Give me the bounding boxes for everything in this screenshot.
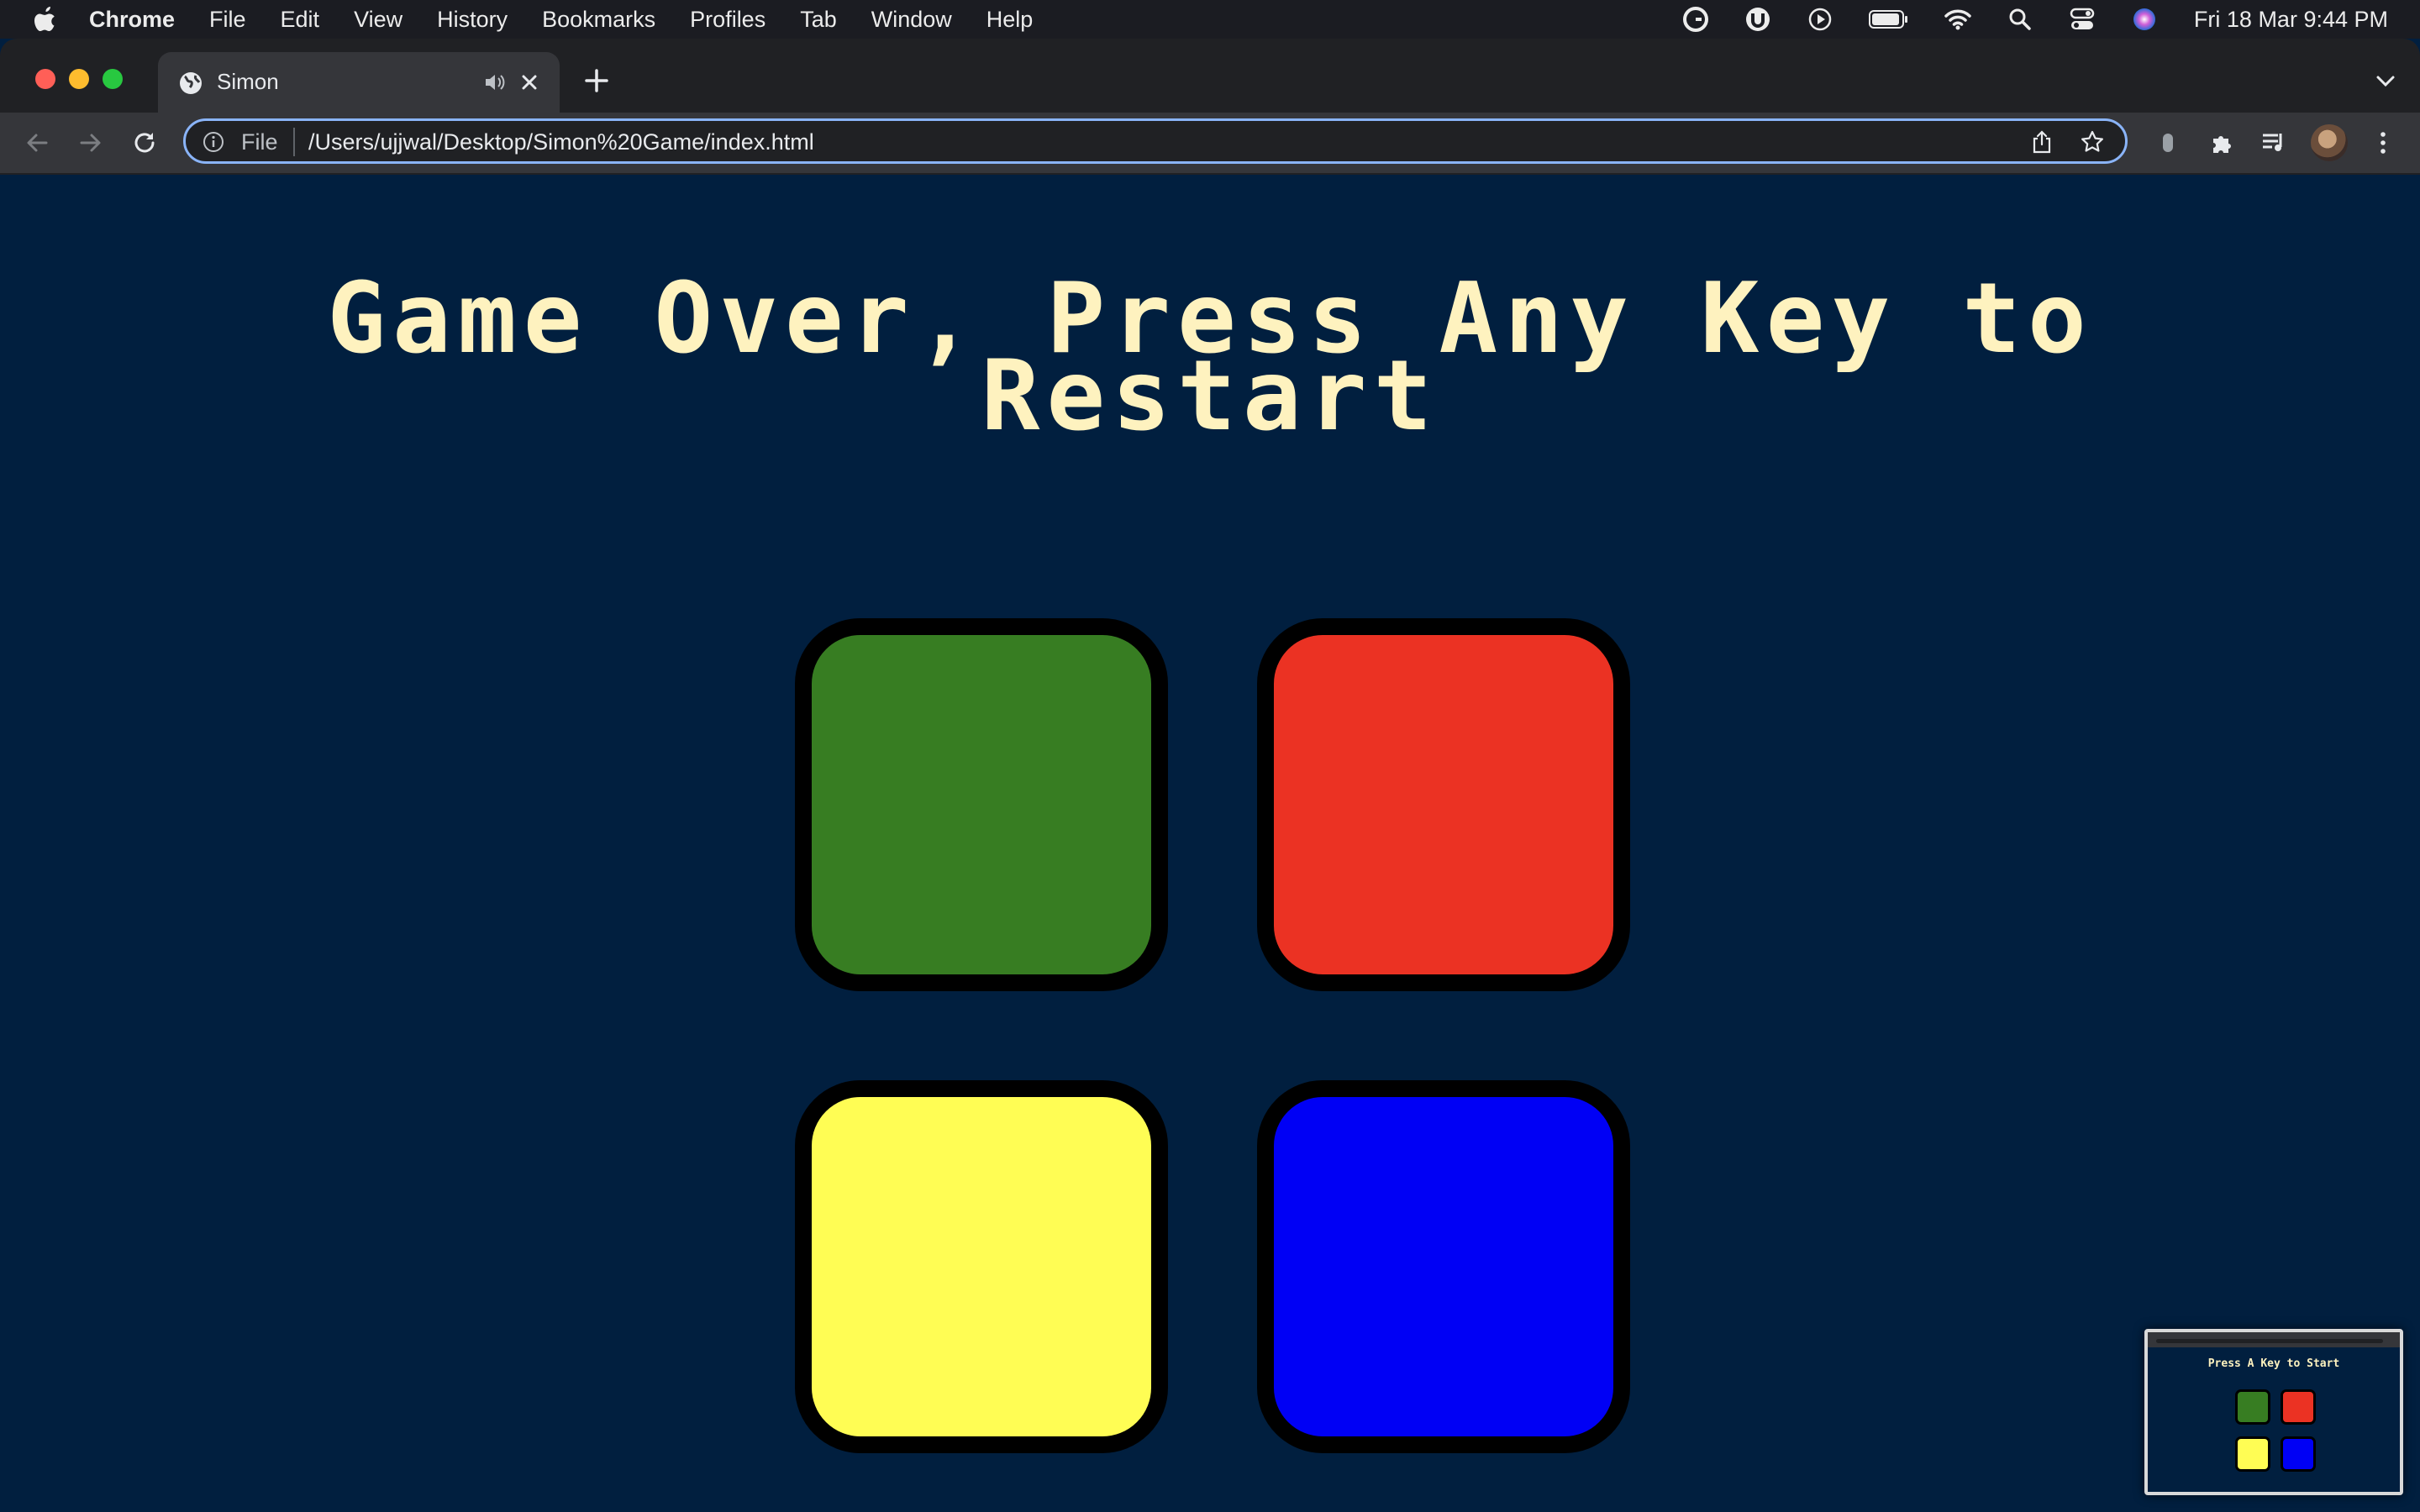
globe-icon <box>180 72 202 94</box>
address-bar[interactable]: File /Users/ujjwal/Desktop/Simon%20Game/… <box>183 118 2128 164</box>
grammarly-icon[interactable] <box>1681 5 1710 34</box>
close-icon[interactable] <box>518 71 541 94</box>
menu-file[interactable]: File <box>209 7 246 33</box>
menu-app-name[interactable]: Chrome <box>89 7 175 33</box>
window-close-button[interactable] <box>35 69 55 89</box>
macos-menu-bar: Chrome File Edit View History Bookmarks … <box>0 0 2420 39</box>
puzzle-icon[interactable] <box>2207 128 2237 158</box>
forward-icon[interactable] <box>76 128 106 158</box>
reload-icon[interactable] <box>129 128 160 158</box>
menu-help[interactable]: Help <box>986 7 1034 33</box>
apple-icon[interactable] <box>32 5 59 34</box>
thumbnail-browser-chrome <box>2148 1332 2400 1347</box>
menu-window[interactable]: Window <box>871 7 952 33</box>
thumbnail-yellow-button <box>2235 1436 2270 1472</box>
control-center-icon[interactable] <box>2068 5 2096 34</box>
browser-tab-active[interactable]: Simon <box>158 52 560 113</box>
tab-title: Simon <box>217 69 279 94</box>
browser-tab-strip: Simon <box>0 39 2420 113</box>
battery-icon[interactable] <box>1868 5 1910 34</box>
torrent-icon[interactable] <box>1744 5 1772 34</box>
level-title: Game Over, Press Any Key to Restart <box>327 262 2093 453</box>
thumbnail-green-button <box>2235 1389 2270 1425</box>
avatar[interactable] <box>2311 124 2348 161</box>
speaker-icon[interactable] <box>482 71 506 94</box>
wifi-icon[interactable] <box>1944 5 1972 34</box>
green-button[interactable] <box>795 618 1168 991</box>
thumbnail-red-button <box>2281 1389 2316 1425</box>
media-icon[interactable] <box>2259 128 2289 158</box>
thumbnail-blue-button <box>2281 1436 2316 1472</box>
menu-clock[interactable]: Fri 18 Mar 9:44 PM <box>2194 7 2388 33</box>
chevron-down-icon[interactable] <box>2375 72 2396 89</box>
spotlight-icon[interactable] <box>2006 5 2034 34</box>
info-icon[interactable] <box>203 131 224 153</box>
extension-icon[interactable] <box>2153 128 2183 158</box>
play-icon[interactable] <box>1806 5 1834 34</box>
plus-icon[interactable] <box>583 67 610 94</box>
menu-bookmarks[interactable]: Bookmarks <box>542 7 655 33</box>
back-icon[interactable] <box>22 128 52 158</box>
share-icon[interactable] <box>2029 129 2054 155</box>
window-minimize-button[interactable] <box>69 69 89 89</box>
red-button[interactable] <box>1257 618 1630 991</box>
screenshot-thumbnail[interactable]: Press A Key to Start <box>2144 1329 2403 1495</box>
menu-profiles[interactable]: Profiles <box>690 7 765 33</box>
menu-history[interactable]: History <box>437 7 508 33</box>
thumbnail-title: Press A Key to Start <box>2207 1357 2340 1370</box>
menu-view[interactable]: View <box>354 7 402 33</box>
menu-edit[interactable]: Edit <box>281 7 320 33</box>
kebab-icon[interactable] <box>2368 128 2398 158</box>
address-scheme: File <box>241 129 278 155</box>
menu-tab[interactable]: Tab <box>800 7 837 33</box>
blue-button[interactable] <box>1257 1080 1630 1453</box>
yellow-button[interactable] <box>795 1080 1168 1453</box>
menu-items: Chrome File Edit View History Bookmarks … <box>89 0 1067 39</box>
menu-status-area: Fri 18 Mar 9:44 PM <box>1648 0 2388 39</box>
browser-toolbar: File /Users/ujjwal/Desktop/Simon%20Game/… <box>0 113 2420 175</box>
star-icon[interactable] <box>2080 129 2105 155</box>
address-separator <box>293 128 295 156</box>
simon-game-page: Game Over, Press Any Key to Restart <box>0 175 2420 1512</box>
window-zoom-button[interactable] <box>103 69 123 89</box>
siri-icon[interactable] <box>2130 5 2159 34</box>
address-url[interactable]: /Users/ujjwal/Desktop/Simon%20Game/index… <box>308 129 814 155</box>
